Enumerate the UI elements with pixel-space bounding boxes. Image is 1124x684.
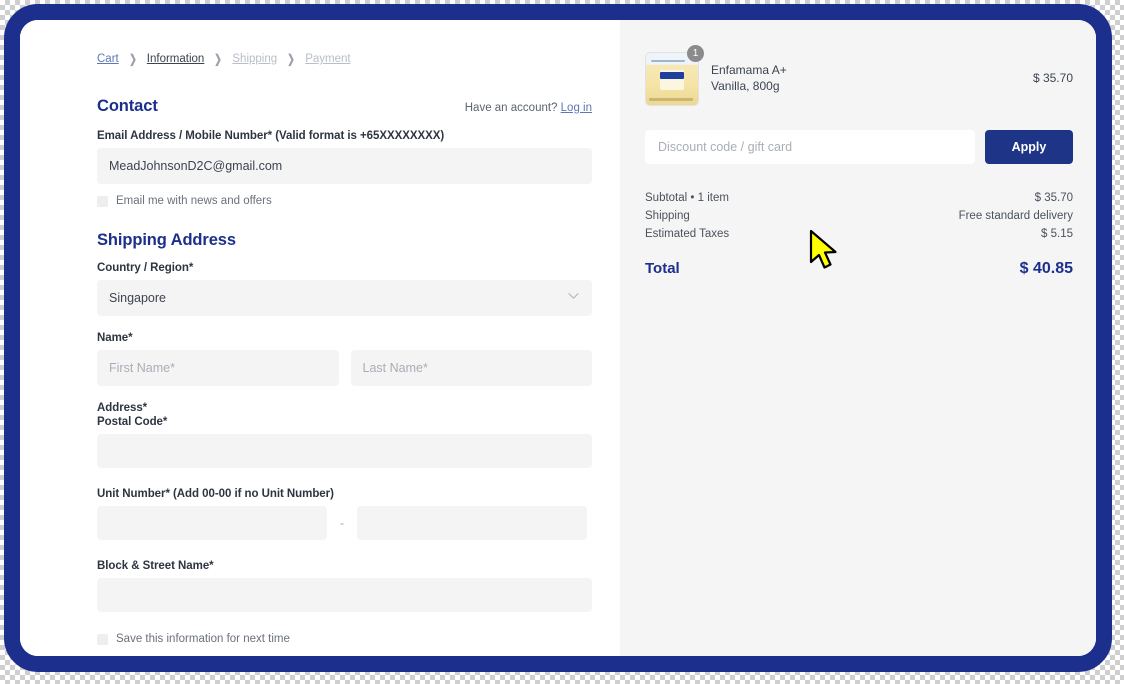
order-product-row: 1 Enfamama A+ Vanilla, 800g $ 35.70 xyxy=(645,45,1073,106)
totals-line: Shipping Free standard delivery xyxy=(645,210,1073,222)
name-fields-row: First Name* Last Name* xyxy=(97,350,592,386)
breadcrumb-item-cart[interactable]: Cart xyxy=(97,53,119,65)
address-label: Address* xyxy=(97,402,148,414)
totals-line-value: $ 35.70 xyxy=(1034,192,1073,204)
product-price: $ 35.70 xyxy=(1032,71,1073,85)
newsletter-checkbox-row[interactable]: Email me with news and offers xyxy=(97,195,592,207)
postal-code-label: Postal Code* xyxy=(97,416,168,428)
discount-row: Discount code / gift card Apply xyxy=(645,130,1073,164)
order-total-label: Total xyxy=(645,260,680,277)
discount-code-input[interactable]: Discount code / gift card xyxy=(645,130,975,164)
product-name-line2: Vanilla, 800g xyxy=(711,79,780,93)
postal-code-input[interactable] xyxy=(97,434,592,468)
email-label: Email Address / Mobile Number* (Valid fo… xyxy=(97,130,445,142)
chevron-right-icon: ❯ xyxy=(287,52,295,66)
totals-line-value: $ 5.15 xyxy=(1041,228,1073,240)
breadcrumb: Cart ❯ Information ❯ Shipping ❯ Payment xyxy=(97,52,592,66)
product-quantity-badge: 1 xyxy=(687,45,704,62)
save-info-checkbox-label: Save this information for next time xyxy=(116,633,290,645)
chevron-right-icon: ❯ xyxy=(214,52,223,66)
text-offers-checkbox-label: Text me with news and offers xyxy=(116,656,265,668)
checkout-page: Cart ❯ Information ❯ Shipping ❯ Payment … xyxy=(20,20,1096,656)
newsletter-checkbox-label: Email me with news and offers xyxy=(116,195,272,207)
browser-frame: Cart ❯ Information ❯ Shipping ❯ Payment … xyxy=(4,4,1112,672)
country-select-wrapper[interactable]: Singapore xyxy=(97,280,592,316)
checkout-form-column: Cart ❯ Information ❯ Shipping ❯ Payment … xyxy=(20,20,620,656)
product-name-line1: Enfamama A+ xyxy=(711,62,787,77)
login-link[interactable]: Log in xyxy=(561,102,592,114)
product-image-can-band xyxy=(660,72,684,79)
unit-number-label: Unit Number* (Add 00-00 if no Unit Numbe… xyxy=(97,488,334,500)
chevron-right-icon: ❯ xyxy=(128,52,137,66)
totals-line: Estimated Taxes $ 5.15 xyxy=(645,228,1073,240)
order-total-row: Total $ 40.85 xyxy=(645,260,1073,278)
first-name-input[interactable]: First Name* xyxy=(97,350,339,386)
breadcrumb-item-payment[interactable]: Payment xyxy=(305,53,350,65)
breadcrumb-item-information[interactable]: Information xyxy=(147,53,205,65)
street-name-input[interactable] xyxy=(97,578,592,612)
account-prompt-text: Have an account? xyxy=(464,102,558,114)
unit-block-input[interactable] xyxy=(97,506,327,540)
totals-line-label: Subtotal • 1 item xyxy=(645,192,729,204)
name-label: Name* xyxy=(97,332,133,344)
contact-section-header: Contact Have an account? Log in xyxy=(97,97,592,116)
contact-title: Contact xyxy=(97,97,158,115)
product-name: Enfamama A+ Vanilla, 800g xyxy=(711,62,1019,94)
save-info-checkbox-row[interactable]: Save this information for next time xyxy=(97,633,592,645)
email-input[interactable]: MeadJohnsonD2C@gmail.com xyxy=(97,148,592,184)
totals-line-label: Shipping xyxy=(645,210,690,222)
country-select[interactable]: Singapore xyxy=(97,280,592,316)
checkbox-icon[interactable] xyxy=(97,657,108,668)
text-offers-checkbox-row[interactable]: Text me with news and offers xyxy=(97,656,592,668)
checkbox-icon[interactable] xyxy=(97,633,108,645)
apply-discount-button[interactable]: Apply xyxy=(985,130,1073,164)
country-label: Country / Region* xyxy=(97,262,194,274)
street-name-label: Block & Street Name* xyxy=(97,560,214,572)
order-summary-column: 1 Enfamama A+ Vanilla, 800g $ 35.70 Disc… xyxy=(620,20,1096,656)
unit-number-row: - xyxy=(97,506,592,540)
totals-line-value: Free standard delivery xyxy=(958,210,1073,222)
unit-number-input[interactable] xyxy=(357,506,587,540)
last-name-input[interactable]: Last Name* xyxy=(350,350,592,386)
order-total-value: $ 40.85 xyxy=(1019,260,1073,277)
checkbox-icon[interactable] xyxy=(97,195,108,207)
screenshot-canvas: Cart ❯ Information ❯ Shipping ❯ Payment … xyxy=(0,0,1124,684)
product-image-footer xyxy=(649,98,693,101)
totals-line-label: Estimated Taxes xyxy=(645,228,730,240)
account-prompt: Have an account? Log in xyxy=(465,102,592,114)
breadcrumb-item-shipping[interactable]: Shipping xyxy=(232,53,277,65)
unit-separator: - xyxy=(340,516,344,530)
product-image-brandline xyxy=(651,60,685,62)
totals-line: Subtotal • 1 item $ 35.70 xyxy=(645,192,1073,204)
product-thumbnail-wrapper: 1 xyxy=(645,45,704,106)
shipping-address-title: Shipping Address xyxy=(97,231,236,249)
